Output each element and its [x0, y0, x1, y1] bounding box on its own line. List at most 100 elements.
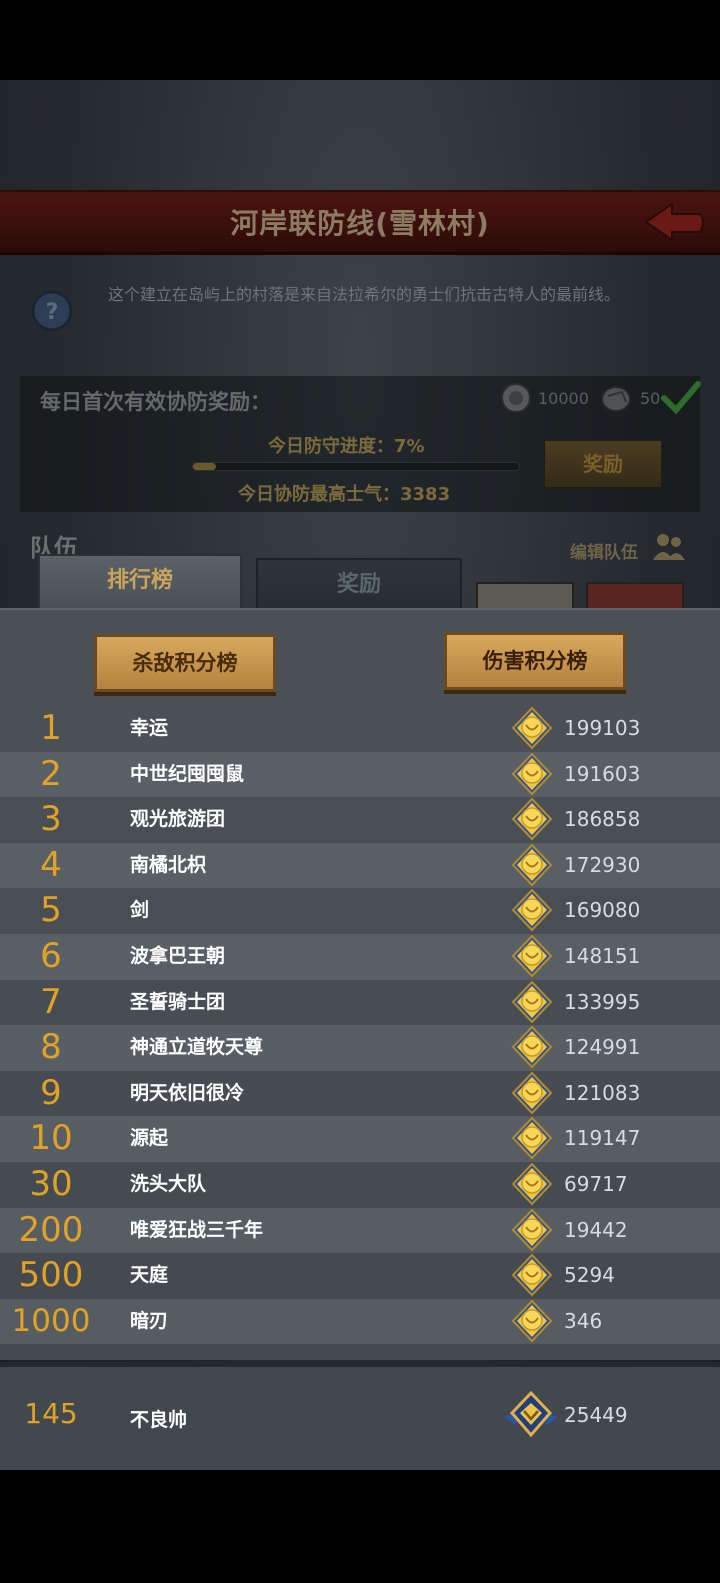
morale-label: 今日协防最高士气：3383	[238, 484, 451, 505]
rank-number: 8	[40, 1027, 62, 1068]
back-arrow-icon[interactable]	[642, 200, 708, 244]
gold-medal-icon	[511, 843, 553, 888]
player-name: 神通立道牧天尊	[130, 1036, 264, 1059]
ranking-row[interactable]: 7 圣誓骑士团 133995	[0, 980, 720, 1026]
daily-reward-label: 每日首次有效协防奖励：	[40, 390, 271, 414]
player-score: 124991	[564, 1035, 641, 1060]
player-score: 172930	[564, 852, 641, 877]
rank-number: 5	[40, 890, 62, 931]
player-name: 中世纪囤囤鼠	[130, 762, 245, 785]
rank-number: 2	[40, 753, 62, 794]
team-member-card	[586, 582, 684, 610]
title-bar: 河岸联防线(雪林村)	[0, 190, 720, 255]
svg-text:?: ?	[46, 300, 59, 325]
intro-section: ? 这个建立在岛屿上的村落是来自法拉希尔的勇士们抗击古特人的最前线。	[0, 250, 720, 375]
currency-2-value: 50	[640, 389, 661, 408]
stone-icon	[601, 386, 631, 412]
rank-number: 9	[40, 1072, 62, 1113]
player-name: 明天依旧很冷	[130, 1081, 245, 1104]
defense-progress-bar	[192, 462, 520, 471]
player-name: 洗头大队	[130, 1172, 207, 1195]
game-screen: 河岸联防线(雪林村) ? 这个建立在岛屿上的村落是来自法拉希尔的勇士们抗击古特人…	[0, 80, 720, 1470]
leaderboard-panel: 杀敌积分榜 伤害积分榜 1 幸运 199103 2 中世纪囤囤鼠 191603 3 观光旅游团…	[0, 608, 720, 1360]
ranking-row[interactable]: 200 唯爱狂战三千年 19442	[0, 1207, 720, 1254]
gold-medal-icon	[511, 1162, 553, 1207]
player-name: 暗刃	[130, 1309, 169, 1332]
player-name: 幸运	[130, 717, 169, 739]
gold-medal-icon	[511, 934, 553, 979]
check-icon	[661, 381, 701, 415]
kill-score-board-button[interactable]: 杀敌积分榜	[94, 634, 276, 692]
player-score: 191603	[564, 761, 641, 786]
rank-number: 30	[29, 1163, 73, 1204]
ranking-row[interactable]: 4 南橘北枳 172930	[0, 842, 720, 889]
ranking-list: 1 幸运 199103 2 中世纪囤囤鼠 191603 3 观光旅游团 186858 4 南橘北枳 1…	[0, 706, 720, 1345]
player-score: 69717	[564, 1171, 628, 1196]
daily-reward-panel: 每日首次有效协防奖励： 10000 50 今日防守进度：7% 今日协防最高士气：…	[20, 376, 701, 512]
rank-number: 1000	[11, 1302, 91, 1339]
edit-team-label[interactable]: 编辑队伍	[570, 538, 638, 563]
player-name: 观光旅游团	[130, 808, 226, 831]
defense-progress-label: 今日防守进度：7%	[268, 436, 425, 457]
ranking-row[interactable]: 8 神通立道牧天尊 124991	[0, 1025, 720, 1071]
ranking-row[interactable]: 9 明天依旧很冷 121083	[0, 1071, 720, 1117]
gold-medal-icon	[511, 797, 553, 842]
ranking-row[interactable]: 30 洗头大队 69717	[0, 1162, 720, 1208]
player-score: 148151	[564, 943, 641, 968]
player-name: 南橘北枳	[130, 853, 207, 876]
ranking-row[interactable]: 10 源起 119147	[0, 1116, 720, 1162]
player-name: 源起	[130, 1127, 169, 1150]
rank-number: 3	[40, 799, 62, 840]
team-edit-icon[interactable]	[652, 532, 686, 562]
silver-coin-icon	[501, 383, 531, 413]
my-rank-number: 145	[24, 1397, 78, 1430]
ranking-row[interactable]: 1000 暗刃 346	[0, 1298, 720, 1345]
my-player-name: 不良帅	[130, 1409, 188, 1431]
ranking-row[interactable]: 500 天庭 5294	[0, 1253, 720, 1299]
tab-reward[interactable]: 奖励	[256, 558, 462, 612]
claim-reward-button[interactable]: 奖励	[544, 440, 662, 488]
player-name: 波拿巴王朝	[130, 944, 226, 967]
my-ranking-row: 145 不良帅 25449	[0, 1362, 720, 1470]
rank-number: 6	[40, 935, 62, 976]
rank-number: 500	[18, 1255, 84, 1296]
player-score: 186858	[564, 807, 641, 832]
gold-medal-icon	[511, 706, 553, 751]
gold-medal-icon	[511, 1299, 553, 1344]
gold-medal-icon	[511, 1253, 553, 1298]
rank-number: 4	[40, 844, 62, 885]
intro-description: 这个建立在岛屿上的村落是来自法拉希尔的勇士们抗击古特人的最前线。	[107, 285, 620, 304]
player-name: 天庭	[130, 1264, 169, 1287]
player-name: 唯爱狂战三千年	[130, 1218, 264, 1241]
tab-ranking[interactable]: 排行榜	[38, 554, 242, 614]
ranking-row[interactable]: 5 剑 169080	[0, 888, 720, 934]
page-title: 河岸联防线(雪林村)	[230, 207, 490, 240]
player-score: 199103	[564, 716, 641, 740]
gold-medal-icon	[511, 752, 553, 797]
ranking-row[interactable]: 3 观光旅游团 186858	[0, 797, 720, 843]
gold-medal-icon	[511, 1208, 553, 1253]
player-name: 剑	[130, 899, 150, 922]
gold-medal-icon	[511, 980, 553, 1025]
currency-1-value: 10000	[538, 389, 589, 408]
rank-number: 7	[40, 981, 62, 1022]
player-name: 圣誓骑士团	[130, 990, 226, 1013]
gold-medal-icon	[511, 888, 553, 933]
rank-number: 200	[18, 1209, 84, 1250]
ranking-row[interactable]: 1 幸运 199103	[0, 706, 720, 752]
player-score: 119147	[564, 1126, 641, 1151]
my-score: 25449	[564, 1403, 628, 1427]
player-score: 121083	[564, 1080, 641, 1105]
player-score: 133995	[564, 989, 641, 1014]
ranking-row[interactable]: 2 中世纪囤囤鼠 191603	[0, 751, 720, 798]
player-score: 169080	[564, 898, 641, 923]
player-score: 5294	[564, 1263, 615, 1288]
rank-emblem-icon	[504, 1391, 558, 1438]
help-icon[interactable]: ?	[31, 290, 73, 332]
ranking-row[interactable]: 6 波拿巴王朝 148151	[0, 933, 720, 980]
team-member-card	[476, 582, 574, 610]
damage-score-board-button[interactable]: 伤害积分榜	[444, 632, 626, 690]
gold-medal-icon	[511, 1071, 553, 1116]
gold-medal-icon	[511, 1025, 553, 1070]
player-score: 19442	[564, 1217, 628, 1242]
